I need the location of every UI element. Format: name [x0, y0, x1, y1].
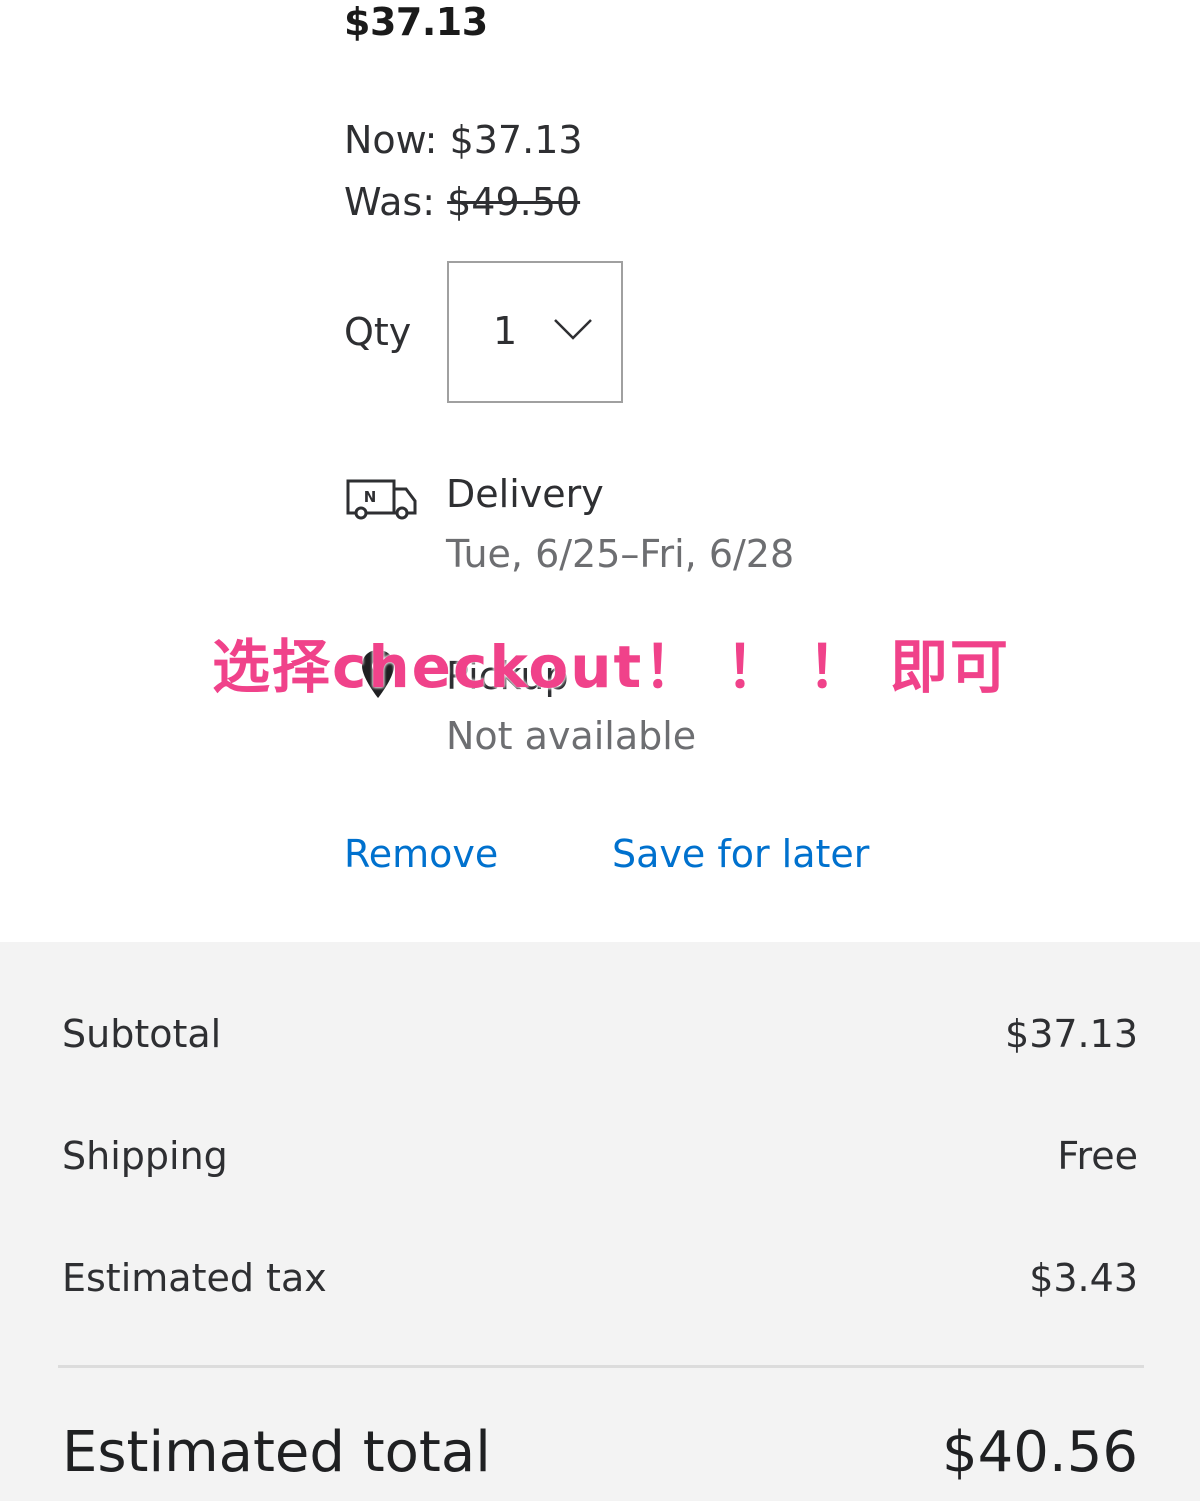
- estimated-total-value: $40.56: [942, 1420, 1138, 1485]
- estimated-tax-value: $3.43: [1029, 1256, 1138, 1300]
- cart-item: $37.13 Now: $37.13 Was: $49.50 Qty 1 N D…: [0, 0, 1200, 942]
- chevron-down-icon: [554, 319, 592, 340]
- shipping-label: Shipping: [62, 1134, 228, 1178]
- subtotal-value: $37.13: [1005, 1012, 1138, 1056]
- delivery-truck-icon: N: [346, 479, 417, 520]
- estimated-tax-label: Estimated tax: [62, 1256, 327, 1300]
- summary-divider: [58, 1365, 1144, 1368]
- now-price: $37.13: [449, 118, 583, 162]
- save-for-later-link[interactable]: Save for later: [612, 832, 869, 876]
- subtotal-label: Subtotal: [62, 1012, 222, 1056]
- item-price: $37.13: [344, 0, 488, 44]
- pickup-status: Not available: [446, 714, 697, 758]
- now-price-line: Now: $37.13: [344, 118, 583, 162]
- qty-select[interactable]: 1: [447, 261, 623, 403]
- overlay-annotation: 选择checkout！ ！ ！ 即可: [212, 633, 1010, 701]
- delivery-dates: Tue, 6/25–Fri, 6/28: [446, 532, 795, 576]
- qty-label: Qty: [344, 310, 412, 354]
- was-price: $49.50: [447, 180, 581, 224]
- estimated-total-label: Estimated total: [62, 1420, 491, 1485]
- remove-link[interactable]: Remove: [344, 832, 498, 876]
- order-summary: Subtotal $37.13 Shipping Free Estimated …: [0, 942, 1200, 1501]
- delivery-title: Delivery: [446, 472, 604, 516]
- now-label: Now:: [344, 118, 438, 162]
- was-price-line: Was: $49.50: [344, 180, 580, 224]
- svg-text:N: N: [364, 488, 377, 506]
- qty-value: 1: [493, 309, 518, 353]
- shipping-value: Free: [1057, 1134, 1138, 1178]
- was-label: Was:: [344, 180, 436, 224]
